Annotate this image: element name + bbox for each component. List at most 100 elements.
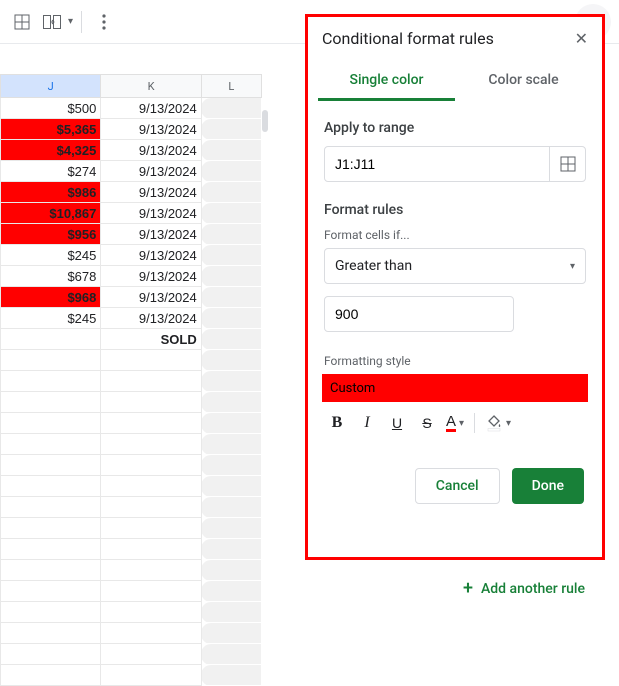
cell[interactable] [201,476,261,497]
merge-dropdown-icon[interactable]: ▾ [68,16,73,27]
scrollbar-thumb[interactable] [262,110,268,132]
cell[interactable] [1,371,101,392]
cell[interactable] [1,644,101,665]
column-header[interactable]: K [101,75,201,98]
style-preview[interactable]: Custom [322,374,588,402]
cell[interactable] [1,392,101,413]
condition-select[interactable]: Greater than ▾ [324,248,586,284]
cell[interactable]: 9/13/2024 [101,98,201,119]
cell[interactable] [101,497,201,518]
cell[interactable] [101,665,201,686]
cell[interactable] [201,455,261,476]
tab-single-color[interactable]: Single color [318,66,455,101]
cell[interactable] [201,161,261,182]
cell[interactable] [1,497,101,518]
cell[interactable] [201,245,261,266]
cell[interactable]: $5,365 [1,119,101,140]
cell[interactable] [101,350,201,371]
cell[interactable] [1,350,101,371]
sold-label[interactable]: SOLD [101,329,201,350]
cell[interactable] [201,497,261,518]
cell[interactable]: $274 [1,161,101,182]
merge-cells-icon[interactable] [38,8,66,36]
cell[interactable]: $500 [1,98,101,119]
cell[interactable]: $968 [1,287,101,308]
cell[interactable] [101,560,201,581]
cell[interactable] [101,434,201,455]
threshold-input[interactable] [324,296,514,332]
cell[interactable]: $678 [1,266,101,287]
cell[interactable] [101,518,201,539]
cell[interactable]: 9/13/2024 [101,161,201,182]
cell[interactable] [1,413,101,434]
cell[interactable] [201,560,261,581]
cell[interactable] [101,602,201,623]
range-input[interactable] [325,156,549,172]
cell[interactable] [201,119,261,140]
cell[interactable] [1,560,101,581]
cell[interactable] [101,623,201,644]
cell[interactable] [201,581,261,602]
cell[interactable] [1,329,101,350]
cell[interactable] [201,371,261,392]
cell[interactable]: 9/13/2024 [101,224,201,245]
fill-color-button[interactable]: ▾ [483,414,513,432]
cell[interactable] [201,623,261,644]
borders-icon[interactable] [8,8,36,36]
cell[interactable] [201,308,261,329]
select-range-icon[interactable] [549,147,585,181]
column-header[interactable]: J [1,75,101,98]
strikethrough-button[interactable]: S [414,410,440,436]
cell[interactable] [101,581,201,602]
cell[interactable]: $245 [1,308,101,329]
cell[interactable] [201,392,261,413]
cell[interactable] [1,518,101,539]
text-color-button[interactable]: A▾ [444,415,466,432]
cell[interactable]: $10,867 [1,203,101,224]
cell[interactable] [201,434,261,455]
cell[interactable] [1,581,101,602]
cell[interactable] [201,203,261,224]
cell[interactable]: 9/13/2024 [101,245,201,266]
tab-color-scale[interactable]: Color scale [455,66,592,101]
add-rule-button[interactable]: + Add another rule [463,578,585,599]
cell[interactable] [101,644,201,665]
sheet-grid[interactable]: J K L $5009/13/2024$5,3659/13/2024$4,325… [0,74,262,634]
column-header[interactable]: L [201,75,261,98]
cancel-button[interactable]: Cancel [415,468,500,504]
cell[interactable] [201,350,261,371]
cell[interactable] [101,371,201,392]
done-button[interactable]: Done [512,468,584,504]
cell[interactable] [201,224,261,245]
cell[interactable] [201,539,261,560]
italic-button[interactable]: I [354,410,380,436]
cell[interactable]: 9/13/2024 [101,182,201,203]
cell[interactable]: 9/13/2024 [101,308,201,329]
cell[interactable] [201,140,261,161]
cell[interactable] [201,644,261,665]
cell[interactable]: 9/13/2024 [101,266,201,287]
cell[interactable] [201,98,261,119]
cell[interactable] [101,539,201,560]
cell[interactable] [1,476,101,497]
cell[interactable] [201,287,261,308]
cell[interactable]: 9/13/2024 [101,203,201,224]
close-icon[interactable]: ✕ [575,29,588,48]
cell[interactable] [201,665,261,686]
cell[interactable] [201,518,261,539]
cell[interactable] [201,602,261,623]
cell[interactable] [101,392,201,413]
cell[interactable] [1,602,101,623]
cell[interactable]: 9/13/2024 [101,140,201,161]
cell[interactable]: 9/13/2024 [101,287,201,308]
cell[interactable] [201,266,261,287]
cell[interactable] [1,539,101,560]
cell[interactable] [1,623,101,644]
cell[interactable] [101,455,201,476]
cell[interactable] [1,434,101,455]
cell[interactable]: $4,325 [1,140,101,161]
cell[interactable] [1,665,101,686]
more-vert-icon[interactable] [90,8,118,36]
cell[interactable] [101,476,201,497]
cell[interactable] [201,182,261,203]
